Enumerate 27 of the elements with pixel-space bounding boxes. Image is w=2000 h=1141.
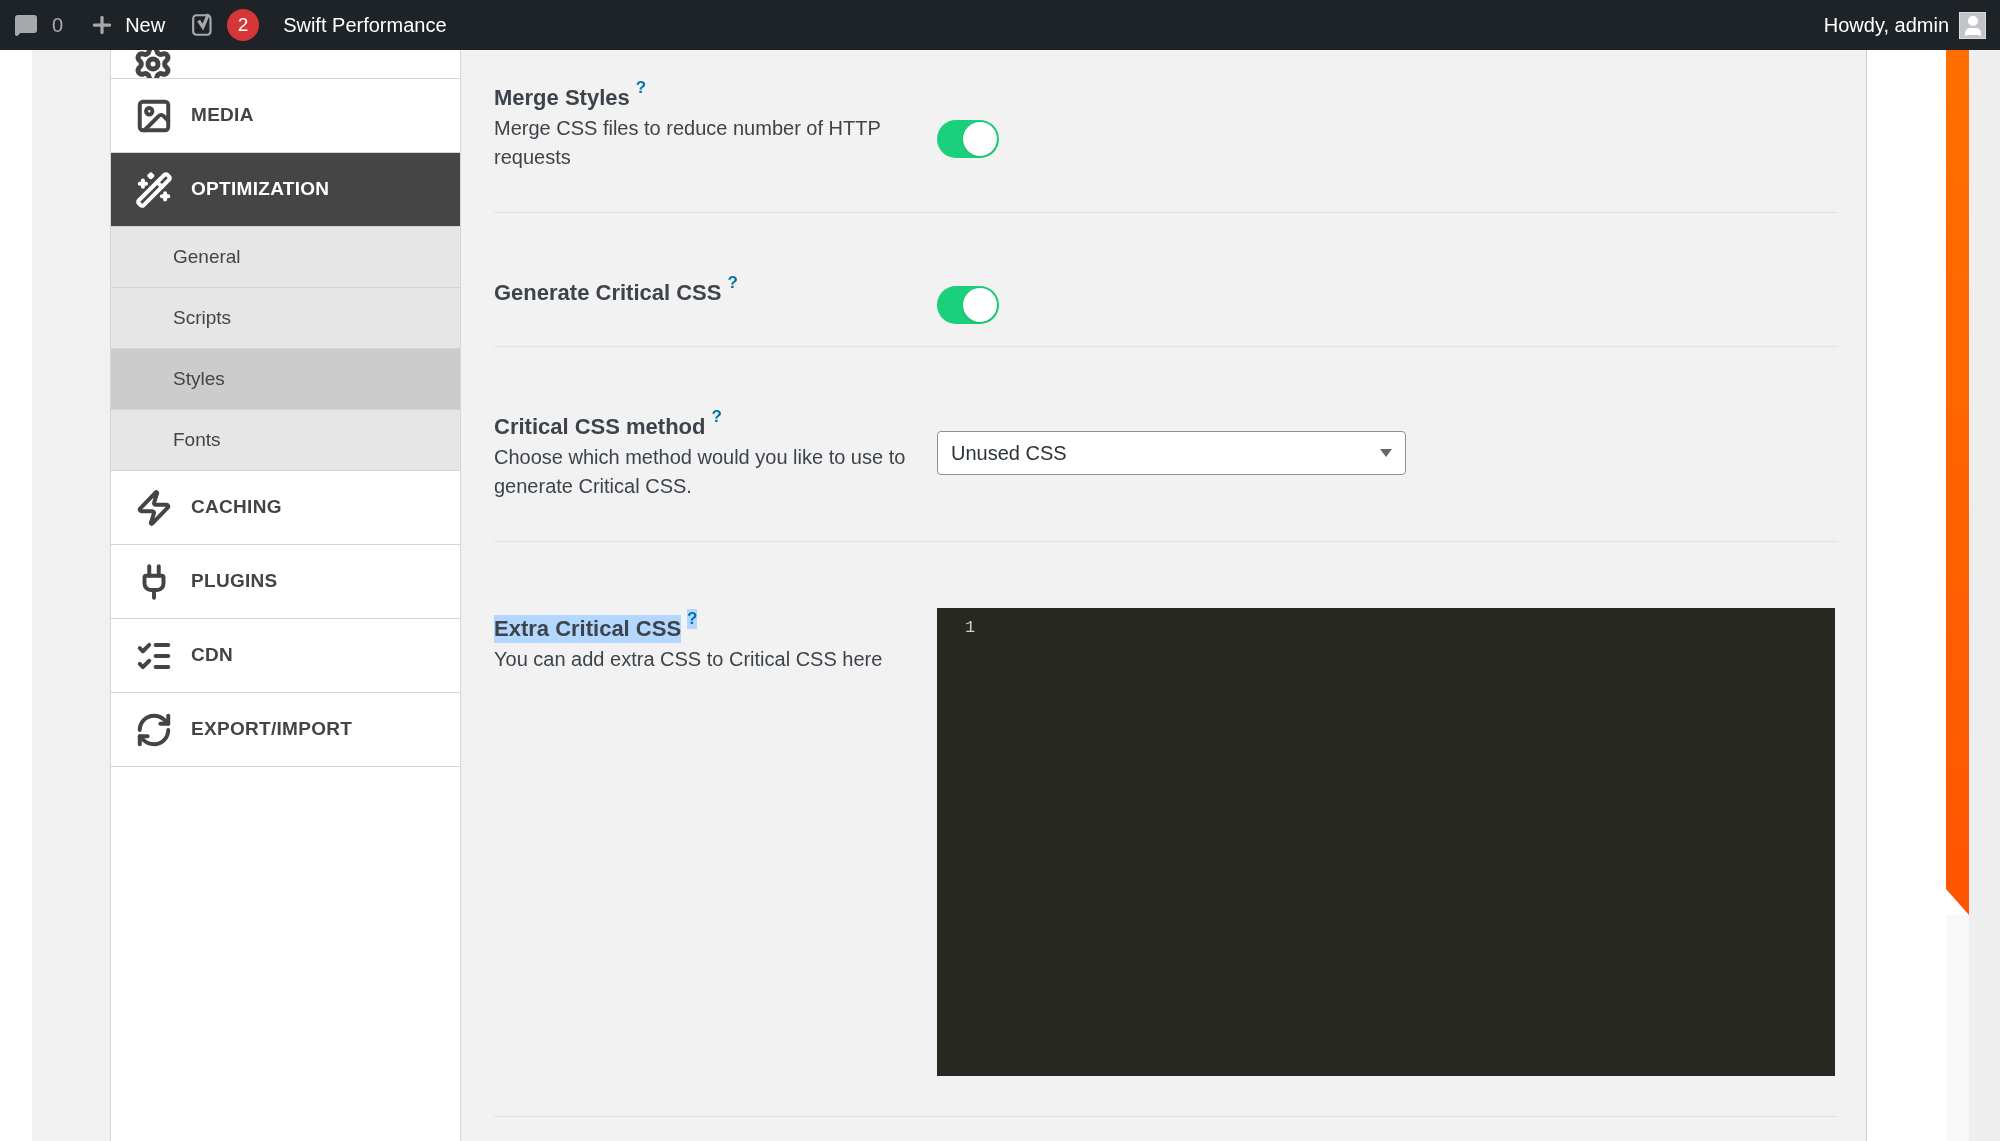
gear-icon <box>133 50 173 78</box>
comment-icon[interactable] <box>14 13 38 37</box>
help-link[interactable]: ? <box>635 78 647 98</box>
setting-title: Extra Critical CSS <box>494 615 682 643</box>
comment-count: 0 <box>52 13 64 38</box>
new-link[interactable]: New <box>125 10 166 40</box>
magic-wand-icon <box>133 170 175 209</box>
help-link[interactable]: ? <box>727 273 738 293</box>
submenu-item[interactable]: Styles <box>111 349 460 410</box>
avatar[interactable] <box>1959 11 1986 39</box>
toggle-switch[interactable] <box>937 120 999 158</box>
code-editor[interactable]: 1 <box>937 608 1835 1076</box>
help-link[interactable]: ? <box>711 407 722 427</box>
setting-title: Merge Styles <box>494 84 630 112</box>
line-number: 1 <box>965 617 977 639</box>
greeting[interactable]: Howdy, admin <box>1823 10 1949 40</box>
setting-description: Merge CSS files to reduce number of HTTP requests <box>494 116 882 170</box>
toggle-switch[interactable] <box>937 286 999 324</box>
setting-title: Generate Critical CSS <box>494 279 722 307</box>
setting-description: You can add extra CSS to Critical CSS here <box>494 647 884 672</box>
site-name[interactable]: Swift Performance <box>283 10 447 40</box>
setting-description: Choose which method would you like to use to generate Critical CSS. <box>494 445 907 499</box>
sidebar-item[interactable]: OPTIMIZATION <box>111 153 460 227</box>
method-select[interactable]: Unused CSS <box>937 431 1406 475</box>
notification-badge: 2 <box>227 9 260 41</box>
caret-icon <box>1380 449 1392 457</box>
setting-title: Critical CSS method <box>494 413 706 441</box>
